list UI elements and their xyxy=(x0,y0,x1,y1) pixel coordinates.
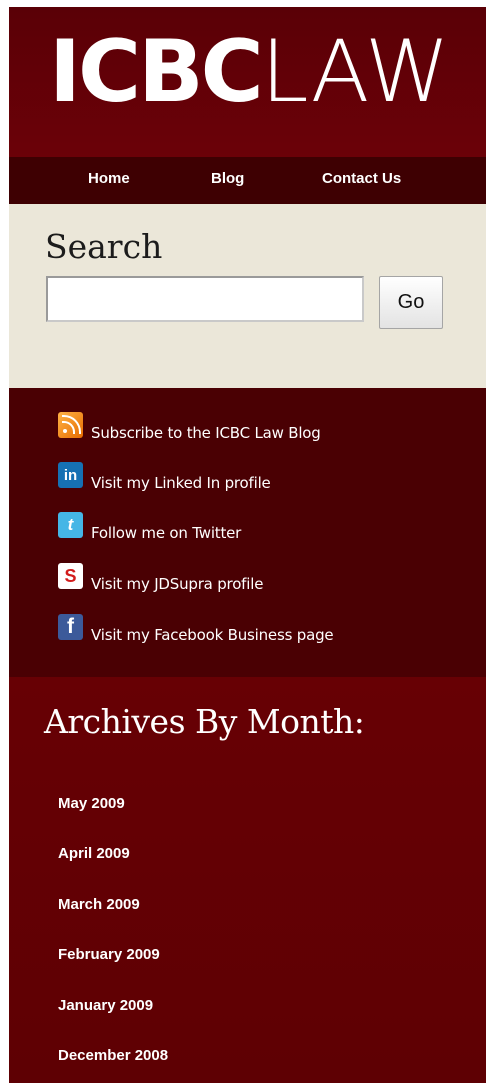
nav-blog[interactable]: Blog xyxy=(211,170,244,187)
archive-link[interactable]: May 2009 xyxy=(58,795,125,812)
social-link-jdsupra[interactable]: S Visit my JDSupra profile xyxy=(58,561,263,593)
site-header: ICBCLAW xyxy=(9,7,486,157)
archives-panel: Archives By Month: May 2009 April 2009 M… xyxy=(9,677,486,1083)
archive-link[interactable]: January 2009 xyxy=(58,997,153,1014)
twitter-icon: t xyxy=(58,512,83,538)
archive-link[interactable]: April 2009 xyxy=(58,845,130,862)
social-link-label: Visit my Facebook Business page xyxy=(91,626,334,644)
archive-link[interactable]: December 2008 xyxy=(58,1047,168,1064)
social-links: Subscribe to the ICBC Law Blog in Visit … xyxy=(9,388,486,677)
main-nav: Home Blog Contact Us xyxy=(9,157,486,204)
social-link-facebook[interactable]: f Visit my Facebook Business page xyxy=(58,612,334,644)
search-panel: Search Go xyxy=(9,204,486,388)
social-link-linkedin[interactable]: in Visit my Linked In profile xyxy=(58,460,271,492)
social-link-rss[interactable]: Subscribe to the ICBC Law Blog xyxy=(58,410,321,442)
social-link-label: Subscribe to the ICBC Law Blog xyxy=(91,424,321,442)
social-link-label: Visit my Linked In profile xyxy=(91,474,271,492)
archive-link[interactable]: March 2009 xyxy=(58,896,140,913)
logo-light-text: LAW xyxy=(260,22,450,122)
search-title: Search xyxy=(45,227,163,266)
linkedin-icon: in xyxy=(58,462,83,488)
logo-bold-text: ICBC xyxy=(49,22,264,122)
nav-contact-us[interactable]: Contact Us xyxy=(322,170,401,187)
search-input[interactable] xyxy=(46,276,364,322)
jdsupra-icon: S xyxy=(58,563,83,589)
archive-link[interactable]: February 2009 xyxy=(58,946,160,963)
social-link-label: Follow me on Twitter xyxy=(91,524,242,542)
search-go-button[interactable]: Go xyxy=(379,276,443,329)
site-logo[interactable]: ICBCLAW xyxy=(49,29,450,115)
rss-icon xyxy=(58,412,83,438)
social-link-label: Visit my JDSupra profile xyxy=(91,575,264,593)
nav-home[interactable]: Home xyxy=(88,170,130,187)
facebook-icon: f xyxy=(58,614,83,640)
social-link-twitter[interactable]: t Follow me on Twitter xyxy=(58,510,241,542)
sidebar: ICBCLAW Home Blog Contact Us Search Go S… xyxy=(9,7,486,1083)
archives-title: Archives By Month: xyxy=(44,702,365,741)
